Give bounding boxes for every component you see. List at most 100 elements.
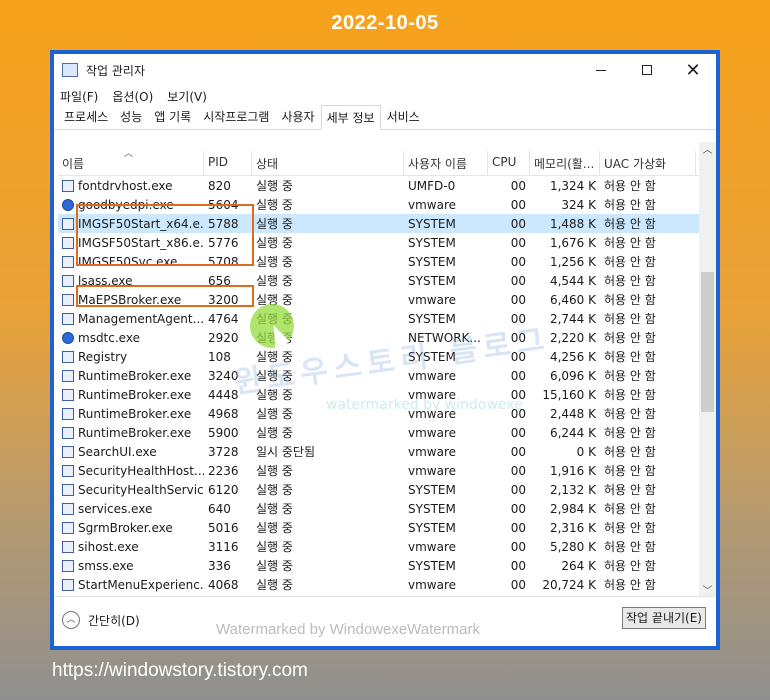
cell-name: sihost.exe xyxy=(58,540,204,554)
column-header-user[interactable]: 사용자 이름 xyxy=(404,151,488,175)
close-icon: ✕ xyxy=(685,59,701,81)
window-icon xyxy=(62,350,74,363)
cell-name: RuntimeBroker.exe xyxy=(58,407,204,421)
process-name: SearchUI.exe xyxy=(78,444,157,459)
cell-user: vmware xyxy=(408,444,457,459)
cell-pid: 5016 xyxy=(208,520,239,535)
column-header-uac[interactable]: UAC 가상화 xyxy=(600,151,696,175)
table-row[interactable]: ManagementAgent...4764실행 중SYSTEM002,744 … xyxy=(58,309,716,328)
cell-uac: 허용 안 함 xyxy=(604,179,656,193)
cell-cpu: 00 xyxy=(510,425,526,440)
tab-processes[interactable]: 프로세스 xyxy=(58,104,114,129)
tab-startup[interactable]: 시작프로그램 xyxy=(197,104,275,129)
cell-memory: 1,676 K xyxy=(549,235,596,250)
cell-user: vmware xyxy=(408,577,457,592)
table-row[interactable]: sihost.exe 3116 실행 중 vmware 00 5,280 K 허용 안 함 xyxy=(58,537,716,556)
tab-services[interactable]: 서비스 xyxy=(381,104,426,129)
cell-name: Registry xyxy=(58,350,204,364)
cell-pid: 5900 xyxy=(208,425,239,440)
table-row[interactable]: SearchUI.exe 3728 일시 중단됨 vmware 00 0 K 허용 안 함 xyxy=(58,442,716,461)
cell-name: SecurityHealthHost.... xyxy=(58,464,204,478)
cell-user: SYSTEM xyxy=(408,520,456,535)
window-icon xyxy=(62,502,74,515)
cell-user: SYSTEM xyxy=(408,235,456,250)
cell-user: SYSTEM xyxy=(408,558,456,573)
title-bar[interactable]: 작업 관리자 ✕ xyxy=(54,54,716,86)
sort-ascending-icon: ︿ xyxy=(124,149,134,159)
cell-memory: 264 K xyxy=(561,558,596,573)
cell-cpu: 00 xyxy=(510,520,526,535)
close-button[interactable]: ✕ xyxy=(670,54,716,86)
table-row[interactable]: RuntimeBroker.exe 5900 실행 중 vmware 00 6,244 K… xyxy=(58,423,716,442)
cell-cpu: 00 xyxy=(510,216,526,231)
cell-name: RuntimeBroker.exe xyxy=(58,388,204,402)
cell-user: vmware xyxy=(408,292,457,307)
tab-app-history[interactable]: 앱 기록 xyxy=(148,104,197,129)
tab-users[interactable]: 사용자 xyxy=(275,104,320,129)
table-row[interactable]: services.exe 640 실행 중 SYSTEM 00 2,984 K 허용 안 함 xyxy=(58,499,716,518)
cell-pid: 4068 xyxy=(208,577,239,592)
tab-bar: 프로세스 성능 앱 기록 시작프로그램 사용자 세부 정보 서비스 xyxy=(54,104,716,130)
process-name: RuntimeBroker.exe xyxy=(78,368,192,383)
cell-memory: 5,280 K xyxy=(549,539,596,554)
cell-cpu: 00 xyxy=(510,273,526,288)
tab-details[interactable]: 세부 정보 xyxy=(320,105,381,130)
menu-options[interactable]: 옵션(O) xyxy=(112,88,153,105)
process-name: smss.exe xyxy=(78,558,134,573)
end-task-button[interactable]: 작업 끝내기(E) xyxy=(622,607,706,629)
minimize-button[interactable] xyxy=(578,54,624,86)
cell-cpu: 00 xyxy=(510,254,526,269)
column-header-memory[interactable]: 메모리(활... xyxy=(530,151,600,175)
menu-view[interactable]: 보기(V) xyxy=(167,88,207,105)
vertical-scrollbar[interactable]: ︿ ﹀ xyxy=(699,142,716,600)
cell-name: SgrmBroker.exe xyxy=(58,521,204,535)
cell-uac: 허용 안 함 xyxy=(604,464,656,478)
cell-pid: 336 xyxy=(208,558,231,573)
cell-status: 일시 중단됨 xyxy=(256,445,316,459)
window-icon xyxy=(62,312,74,325)
cell-uac: 허용 안 함 xyxy=(604,521,656,535)
column-header-cpu[interactable]: CPU xyxy=(488,151,530,175)
maximize-button[interactable] xyxy=(624,54,670,86)
cell-name: fontdrvhost.exe xyxy=(58,179,204,193)
table-row[interactable]: StartMenuExperienc... 4068 실행 중 vmware 00 20,… xyxy=(58,575,716,594)
cell-memory: 0 K xyxy=(576,444,596,459)
window-icon xyxy=(62,559,74,572)
highlight-box-maeps xyxy=(76,285,254,307)
cell-uac: 허용 안 함 xyxy=(604,217,656,231)
table-row[interactable]: SgrmBroker.exe 5016 실행 중 SYSTEM 00 2,316 K 허용 … xyxy=(58,518,716,537)
window-icon xyxy=(62,388,74,401)
window-icon xyxy=(62,464,74,477)
window-icon xyxy=(62,521,74,534)
cell-status: 실행 중 xyxy=(256,502,293,516)
window-icon xyxy=(62,540,74,553)
maximize-icon xyxy=(642,65,652,75)
cell-uac: 허용 안 함 xyxy=(604,426,656,440)
table-row[interactable]: smss.exe 336 실행 중 SYSTEM 00 264 K 허용 안 함 xyxy=(58,556,716,575)
process-name: fontdrvhost.exe xyxy=(78,178,173,193)
process-name: SgrmBroker.exe xyxy=(78,520,173,535)
table-row[interactable]: fontdrvhost.exe 820 실행 중 UMFD-0 00 1,324 K 허용 … xyxy=(58,176,716,195)
cell-name: services.exe xyxy=(58,502,204,516)
table-row[interactable]: SecurityHealthHost.... 2236 실행 중 vmware 00 1,… xyxy=(58,461,716,480)
menu-file[interactable]: 파일(F) xyxy=(60,88,98,105)
process-name: SecurityHealthHost.... xyxy=(78,463,204,478)
cell-cpu: 00 xyxy=(510,292,526,307)
table-row[interactable]: SecurityHealthServic... 6120 실행 중 SYSTEM 00 2… xyxy=(58,480,716,499)
window-icon xyxy=(62,236,74,249)
blog-url: https://windowstory.tistory.com xyxy=(52,660,308,681)
cell-cpu: 00 xyxy=(510,482,526,497)
window-icon xyxy=(62,255,74,268)
cell-pid: 4968 xyxy=(208,406,239,421)
fewer-details-button[interactable]: ︿ 간단히(D) xyxy=(62,611,140,629)
cell-uac: 허용 안 함 xyxy=(604,255,656,269)
process-name: sihost.exe xyxy=(78,539,139,554)
column-header-status[interactable]: 상태 xyxy=(252,151,404,175)
highlight-box-imgsf xyxy=(76,204,254,266)
column-header-pid[interactable]: PID xyxy=(204,151,252,175)
cell-status: 실행 중 xyxy=(256,255,293,269)
cell-name: SearchUI.exe xyxy=(58,445,204,459)
scroll-thumb[interactable] xyxy=(701,272,714,412)
tab-performance[interactable]: 성능 xyxy=(114,104,148,129)
scroll-up-icon[interactable]: ︿ xyxy=(699,142,716,159)
